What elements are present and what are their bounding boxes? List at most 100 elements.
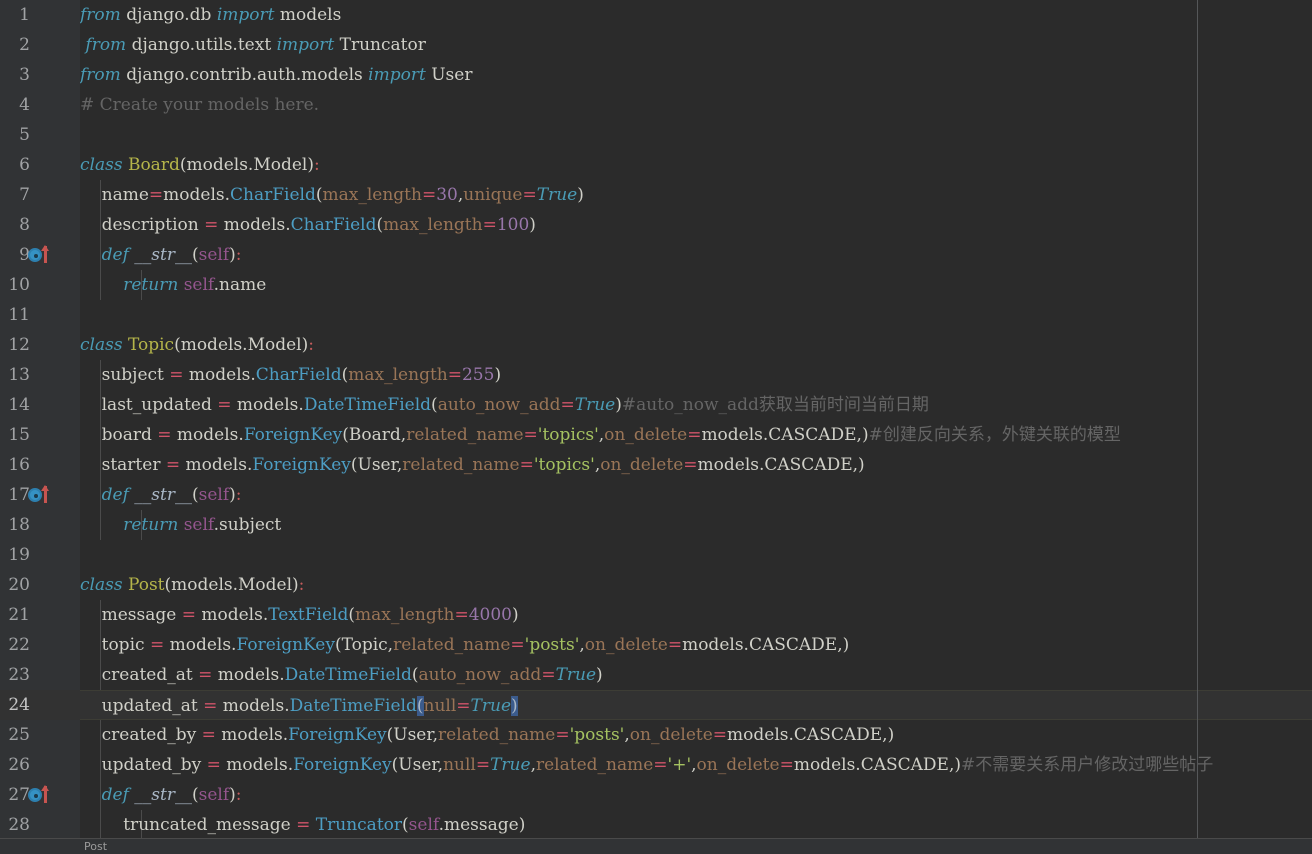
code-line-17[interactable]: def __str__(self): (80, 480, 1312, 510)
gutter-line-2[interactable]: 2 (0, 30, 80, 60)
token: subject (80, 365, 170, 385)
code-line-text: def __str__(self): (80, 245, 242, 265)
token: class (80, 575, 128, 595)
gutter-line-23[interactable]: 23 (0, 660, 80, 690)
gutter-line-24[interactable]: 24 (0, 690, 80, 720)
token: return (123, 515, 184, 535)
gutter-line-8[interactable]: 8 (0, 210, 80, 240)
gutter-line-19[interactable]: 19 (0, 540, 80, 570)
gutter-line-3[interactable]: 3 (0, 60, 80, 90)
gutter-line-22[interactable]: 22 (0, 630, 80, 660)
code-text-area[interactable]: from django.db import models from django… (80, 0, 1312, 854)
code-line-27[interactable]: def __str__(self): (80, 780, 1312, 810)
code-line-3[interactable]: from django.contrib.auth.models import U… (80, 60, 1312, 90)
gutter-line-26[interactable]: 26 (0, 750, 80, 780)
gutter-line-16[interactable]: 16 (0, 450, 80, 480)
token: #auto_now_add获取当前时间当前日期 (621, 395, 929, 415)
line-number-8: 8 (19, 215, 30, 235)
code-line-23[interactable]: created_at = models.DateTimeField(auto_n… (80, 660, 1312, 690)
gutter-line-1[interactable]: 1 (0, 0, 80, 30)
token: ( (402, 815, 409, 835)
gutter-line-4[interactable]: 4 (0, 90, 80, 120)
code-line-19[interactable] (80, 540, 1312, 570)
token: models. (231, 395, 304, 415)
code-line-4[interactable]: # Create your models here. (80, 90, 1312, 120)
gutter-line-17[interactable]: 17 (0, 480, 80, 510)
code-line-20[interactable]: class Post(models.Model): (80, 570, 1312, 600)
token: updated_by (80, 755, 207, 775)
token: = (522, 185, 537, 205)
token: django.utils.text (131, 35, 277, 55)
code-line-1[interactable]: from django.db import models (80, 0, 1312, 30)
token: models.Model (180, 335, 302, 355)
code-line-9[interactable]: def __str__(self): (80, 240, 1312, 270)
gutter-line-21[interactable]: 21 (0, 600, 80, 630)
token: 'posts' (569, 725, 625, 745)
override-method-icon[interactable] (28, 785, 54, 804)
token: __str__ (134, 485, 192, 505)
token: = (560, 395, 575, 415)
gutter-line-12[interactable]: 12 (0, 330, 80, 360)
code-line-24[interactable]: updated_at = models.DateTimeField(null=T… (80, 690, 1312, 720)
token: .message (438, 815, 519, 835)
code-editor[interactable]: 1 2 3 4 5 6 7 8 9 10 11 12 13 14 15 16 17 18 19 20 21 22 23 24 2… (0, 0, 1312, 854)
code-line-22[interactable]: topic = models.ForeignKey(Topic,related_… (80, 630, 1312, 660)
code-line-16[interactable]: starter = models.ForeignKey(User,related… (80, 450, 1312, 480)
token: models.CASCADE,) (682, 635, 850, 655)
token: Board (127, 155, 180, 175)
right-margin-guide (1197, 0, 1198, 854)
override-method-icon[interactable] (28, 485, 54, 504)
code-line-text: truncated_message = Truncator(self.messa… (80, 815, 525, 835)
code-line-5[interactable] (80, 120, 1312, 150)
token: DateTimeField (303, 395, 432, 415)
gutter-line-14[interactable]: 14 (0, 390, 80, 420)
code-line-25[interactable]: created_by = models.ForeignKey(User,rela… (80, 720, 1312, 750)
code-line-7[interactable]: name=models.CharField(max_length=30,uniq… (80, 180, 1312, 210)
code-line-12[interactable]: class Topic(models.Model): (80, 330, 1312, 360)
gutter-line-11[interactable]: 11 (0, 300, 80, 330)
gutter-line-5[interactable]: 5 (0, 120, 80, 150)
token: = (165, 455, 181, 475)
token: django.db (126, 5, 217, 25)
token: description (80, 215, 205, 235)
code-line-text: # Create your models here. (80, 95, 319, 115)
code-line-10[interactable]: return self.name (80, 270, 1312, 300)
editor-gutter[interactable]: 1 2 3 4 5 6 7 8 9 10 11 12 13 14 15 16 17 18 19 20 21 22 23 24 2… (0, 0, 80, 854)
line-number-18: 18 (8, 515, 30, 535)
token: models. (215, 725, 289, 745)
token: = (148, 185, 164, 205)
code-line-8[interactable]: description = models.CharField(max_lengt… (80, 210, 1312, 240)
code-line-11[interactable] (80, 300, 1312, 330)
token: import (216, 5, 280, 25)
token: = (687, 425, 702, 445)
gutter-line-9[interactable]: 9 (0, 240, 80, 270)
gutter-line-10[interactable]: 10 (0, 270, 80, 300)
code-line-14[interactable]: last_updated = models.DateTimeField(auto… (80, 390, 1312, 420)
gutter-line-18[interactable]: 18 (0, 510, 80, 540)
gutter-line-6[interactable]: 6 (0, 150, 80, 180)
gutter-line-15[interactable]: 15 (0, 420, 80, 450)
code-line-15[interactable]: board = models.ForeignKey(Board,related_… (80, 420, 1312, 450)
gutter-line-20[interactable]: 20 (0, 570, 80, 600)
token: 100 (496, 215, 530, 235)
gutter-line-25[interactable]: 25 (0, 720, 80, 750)
token: = (149, 635, 165, 655)
breadcrumb-bar[interactable]: Post (0, 838, 1312, 854)
code-line-21[interactable]: message = models.TextField(max_length=40… (80, 600, 1312, 630)
gutter-line-27[interactable]: 27 (0, 780, 80, 810)
gutter-line-7[interactable]: 7 (0, 180, 80, 210)
gutter-line-13[interactable]: 13 (0, 360, 80, 390)
code-line-6[interactable]: class Board(models.Model): (80, 150, 1312, 180)
code-line-26[interactable]: updated_by = models.ForeignKey(User,null… (80, 750, 1312, 780)
token: null (443, 755, 476, 775)
gutter-line-28[interactable]: 28 (0, 810, 80, 840)
token: : (235, 245, 242, 265)
breadcrumb-item-post[interactable]: Post (84, 840, 107, 853)
code-line-18[interactable]: return self.subject (80, 510, 1312, 540)
code-line-13[interactable]: subject = models.CharField(max_length=25… (80, 360, 1312, 390)
override-method-icon[interactable] (28, 245, 54, 264)
code-line-text: last_updated = models.DateTimeField(auto… (80, 395, 929, 415)
code-line-28[interactable]: truncated_message = Truncator(self.messa… (80, 810, 1312, 840)
code-line-2[interactable]: from django.utils.text import Truncator (80, 30, 1312, 60)
